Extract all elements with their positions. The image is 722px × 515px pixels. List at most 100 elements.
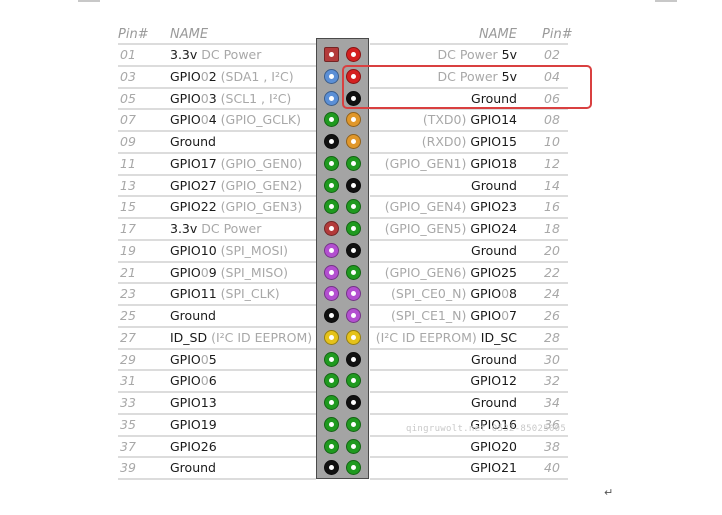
- pin-28-eeprom-icon: [345, 329, 361, 345]
- right-pin-number: 14: [544, 177, 560, 193]
- pin-37-gpio-icon: [323, 438, 339, 454]
- signal-digit: 6: [208, 373, 217, 389]
- left-pin-name: Ground: [170, 308, 216, 323]
- signal-main: GPIO19: [170, 416, 217, 432]
- signal-main: GPIO: [170, 90, 201, 106]
- pin-function: (SPI_CE1_N): [391, 308, 471, 323]
- pin-signal-name: GPIO08: [470, 286, 517, 301]
- right-pin-number: 30: [544, 351, 560, 367]
- pin-02-power-5v-icon: [345, 47, 361, 62]
- pin-21-spi-icon: [323, 264, 339, 280]
- pin-signal-name: GPIO17: [170, 156, 217, 171]
- pin-24-spi-icon: [345, 286, 361, 302]
- pin-40-gpio-icon: [345, 460, 361, 476]
- right-pin-number: 38: [544, 438, 560, 454]
- pin-signal-name: GPIO05: [170, 352, 217, 367]
- pin-function: (GPIO_GEN1): [384, 155, 471, 171]
- pin-signal-name: ID_SD: [170, 330, 207, 345]
- right-pin-name: (GPIO_GEN6) GPIO25: [385, 265, 517, 280]
- signal-main: GPIO: [170, 351, 201, 367]
- signal-main: GPIO22: [170, 199, 217, 215]
- signal-main: Ground: [471, 242, 517, 258]
- signal-main: GPIO: [470, 286, 502, 302]
- left-pin-name: GPIO22 (GPIO_GEN3): [170, 199, 302, 214]
- pin-23-spi-icon: [323, 286, 339, 302]
- left-pin-number: 21: [120, 264, 136, 280]
- right-pin-name: GPIO21: [470, 460, 517, 475]
- left-pin-number: 11: [120, 155, 136, 171]
- signal-main: GPIO25: [470, 264, 517, 280]
- pin-function: (SPI_CLK): [216, 286, 280, 302]
- pin-signal-name: GPIO21: [470, 460, 517, 475]
- pin-03-i2c-icon: [323, 68, 339, 84]
- pin-function: (I²C ID EEPROM): [375, 329, 481, 345]
- pin-22-gpio-icon: [345, 264, 361, 280]
- right-pin-number: 10: [544, 134, 560, 149]
- left-pin-name: GPIO11 (SPI_CLK): [170, 286, 280, 301]
- signal-main: 3.3v: [170, 47, 198, 62]
- signal-main: GPIO24: [470, 221, 517, 236]
- right-pin-name: GPIO12: [470, 373, 517, 388]
- signal-main: ID_SD: [170, 329, 208, 345]
- signal-main: GPIO14: [470, 112, 517, 128]
- signal-main: GPIO27: [170, 177, 217, 193]
- right-pin-number: 02: [544, 47, 560, 62]
- left-pin-name: GPIO03 (SCL1 , I²C): [170, 91, 291, 106]
- right-pin-name: (SPI_CE0_N) GPIO08: [391, 286, 517, 301]
- pin-signal-name: 5v: [502, 47, 517, 62]
- pin-function: (SDA1 , I²C): [216, 68, 294, 84]
- left-pin-name: GPIO26: [170, 439, 217, 454]
- signal-dim-digit: 0: [501, 286, 510, 302]
- left-pin-number: 27: [120, 329, 136, 345]
- right-pin-number: 08: [544, 112, 560, 128]
- pin-07-gpio-icon: [323, 112, 339, 128]
- right-pin-number: 28: [544, 329, 560, 345]
- pin-signal-name: 3.3v: [170, 47, 197, 62]
- pin-signal-name: GPIO27: [170, 178, 217, 193]
- signal-digit: 5: [208, 351, 217, 367]
- right-pin-number: 34: [544, 395, 560, 410]
- pin-function: (GPIO_GEN5): [384, 221, 471, 236]
- pin-function: (I²C ID EEPROM): [207, 329, 313, 345]
- signal-digit: 2: [208, 68, 217, 84]
- signal-digit: 9: [208, 264, 217, 280]
- pin-34-ground-icon: [345, 395, 361, 410]
- pin-function: (GPIO_GEN6): [384, 264, 471, 280]
- pin-function: DC Power: [437, 47, 502, 62]
- pin-signal-name: Ground: [471, 352, 517, 367]
- left-pin-name: Ground: [170, 134, 216, 149]
- signal-main: GPIO26: [170, 438, 217, 454]
- pin-function: DC Power: [197, 47, 262, 62]
- signal-main: GPIO: [170, 264, 201, 280]
- pin-38-gpio-icon: [345, 438, 361, 454]
- right-pin-number: 12: [544, 155, 560, 171]
- pin-function: (SPI_MISO): [216, 264, 289, 280]
- signal-main: GPIO21: [470, 460, 517, 476]
- signal-main: GPIO: [470, 308, 502, 323]
- left-pin-name: GPIO04 (GPIO_GCLK): [170, 112, 301, 127]
- left-pin-number: 33: [120, 395, 136, 410]
- right-pin-number: 26: [544, 308, 560, 323]
- pin-signal-name: GPIO23: [470, 199, 517, 214]
- pin-signal-name: GPIO15: [470, 134, 517, 149]
- left-pin-number: 05: [120, 90, 136, 106]
- pin-signal-name: Ground: [471, 395, 517, 410]
- signal-main: GPIO11: [170, 286, 217, 302]
- header-right-name: NAME: [478, 27, 517, 42]
- right-pin-name: Ground: [471, 178, 517, 193]
- signal-dim-digit: 0: [200, 373, 209, 389]
- signal-dim-digit: 0: [200, 90, 209, 106]
- signal-dim-digit: 0: [200, 264, 209, 280]
- pin-30-ground-icon: [345, 351, 361, 367]
- left-pin-number: 19: [120, 242, 136, 258]
- signal-main: Ground: [170, 460, 216, 476]
- left-pin-number: 39: [120, 460, 136, 476]
- pin-32-gpio-icon: [345, 373, 361, 389]
- pin-36-gpio-icon: [345, 416, 361, 432]
- left-pin-name: GPIO13: [170, 395, 217, 410]
- pin-function: DC Power: [197, 221, 262, 236]
- right-pin-name: (RXD0) GPIO15: [422, 134, 517, 149]
- pin-14-ground-icon: [345, 177, 361, 193]
- signal-main: GPIO: [170, 112, 201, 128]
- signal-main: GPIO18: [470, 155, 517, 171]
